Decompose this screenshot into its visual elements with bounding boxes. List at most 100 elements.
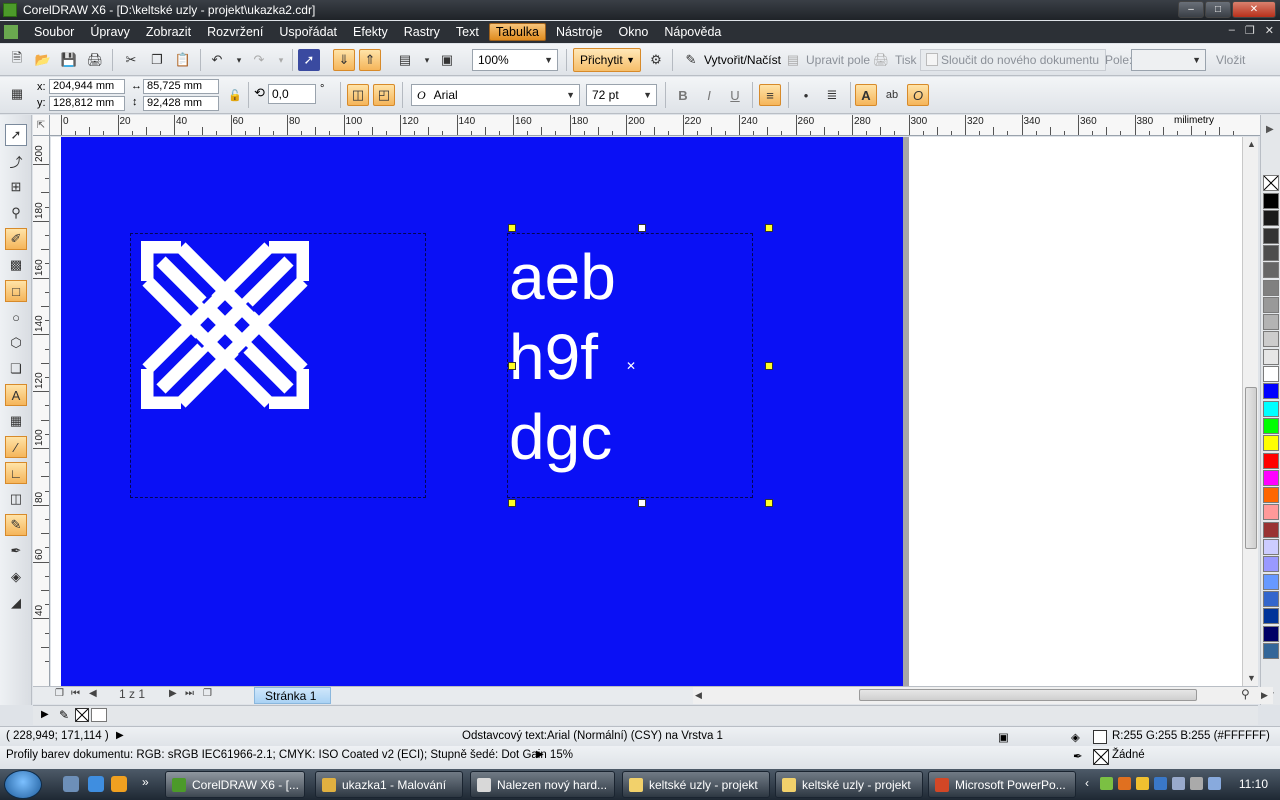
last-page-icon[interactable]: ⏭ xyxy=(185,688,194,699)
doc-palette-eyedropper-icon[interactable]: ✎ xyxy=(59,708,69,722)
selection-handle-bottom-left[interactable] xyxy=(508,499,516,507)
table-tool-icon[interactable]: ▦ xyxy=(5,410,27,432)
palette-scroll-up-icon[interactable]: ▶ xyxy=(1266,124,1274,135)
taskbar-coreldraw[interactable]: CorelDRAW X6 - [... xyxy=(165,771,305,798)
zoom-tool-icon[interactable]: ⚲ xyxy=(5,202,27,224)
width-field[interactable]: 85,725 mm xyxy=(143,79,219,94)
dimension-tool-icon[interactable]: ∕ xyxy=(5,436,27,458)
ellipse-tool-icon[interactable]: ○ xyxy=(5,306,27,328)
palette-swatch[interactable] xyxy=(1263,435,1279,452)
palette-swatch[interactable] xyxy=(1263,521,1279,538)
doc-restore-button[interactable]: ❐ xyxy=(1245,24,1255,37)
smart-fill-tool-icon[interactable]: ▩ xyxy=(5,254,27,276)
fill-tool-icon[interactable]: ◈ xyxy=(5,566,27,588)
shape-tool-icon[interactable]: ⤴ xyxy=(5,150,27,172)
freehand-tool-icon[interactable]: ✐ xyxy=(5,228,27,250)
polygon-tool-icon[interactable]: ⬡ xyxy=(5,332,27,354)
internet-explorer-icon[interactable] xyxy=(88,776,104,792)
paste-icon[interactable]: 📋 xyxy=(172,49,194,71)
options-icon[interactable]: ⚙ xyxy=(645,49,667,71)
taskbar-powerpoint[interactable]: Microsoft PowerPo... xyxy=(928,771,1076,798)
palette-swatch[interactable] xyxy=(1263,400,1279,417)
palette-swatch[interactable] xyxy=(1263,573,1279,590)
selection-handle-top-left[interactable] xyxy=(508,224,516,232)
palette-swatch[interactable] xyxy=(1263,539,1279,555)
undo-icon[interactable]: ↶ xyxy=(206,49,228,71)
palette-swatch[interactable] xyxy=(1263,366,1279,382)
first-page-icon[interactable]: ⏮ xyxy=(71,688,80,699)
status-menu-icon[interactable]: ▶ xyxy=(116,730,124,741)
palette-swatch[interactable] xyxy=(1263,314,1279,331)
publish-dropdown-icon[interactable]: ▾ xyxy=(416,49,438,71)
eyedropper-tool-icon[interactable]: ✎ xyxy=(5,514,27,536)
document-color-profiles[interactable]: Profily barev dokumentu: RGB: sRGB IEC61… xyxy=(6,749,573,761)
palette-swatch[interactable] xyxy=(1263,487,1279,504)
underline-icon[interactable]: U xyxy=(724,84,746,106)
volume-icon[interactable] xyxy=(1190,777,1203,790)
selection-handle-right[interactable] xyxy=(765,362,773,370)
palette-swatch[interactable] xyxy=(1263,625,1279,642)
text-properties-icon[interactable]: A xyxy=(855,84,877,106)
palette-swatch[interactable] xyxy=(1263,244,1279,261)
palette-swatch[interactable] xyxy=(1263,417,1279,434)
y-position-field[interactable]: 128,812 mm xyxy=(49,96,125,111)
horizontal-scroll-thumb[interactable] xyxy=(859,689,1197,701)
tray-icon-2[interactable] xyxy=(1118,777,1131,790)
tray-expand-icon[interactable]: ‹ xyxy=(1085,776,1089,790)
edit-text-icon[interactable]: ab xyxy=(881,84,903,106)
bullet-list-icon[interactable]: • xyxy=(795,84,817,106)
merge-new-document-button[interactable]: Sloučit do nového dokumentu xyxy=(920,49,1107,71)
print-icon[interactable]: 🖨 xyxy=(84,49,106,71)
palette-swatch[interactable] xyxy=(1263,556,1279,573)
outline-pen-tool-icon[interactable]: ✒ xyxy=(5,540,27,562)
interactive-fill-tool-icon[interactable]: ◢ xyxy=(5,592,27,614)
selection-handle-left[interactable] xyxy=(508,362,516,370)
profiles-menu-icon[interactable]: ▶ xyxy=(536,749,544,760)
color-proofing-icon[interactable]: ▣ xyxy=(998,730,1009,744)
previous-page-icon[interactable]: ◀ xyxy=(89,688,97,699)
palette-swatch[interactable] xyxy=(1263,504,1279,521)
font-list-select[interactable]: O Arial ▼ xyxy=(411,84,580,106)
palette-swatch[interactable] xyxy=(1263,227,1279,244)
redo-dropdown-icon[interactable]: ▾ xyxy=(270,49,292,71)
create-load-icon[interactable]: ✎ xyxy=(680,49,702,71)
font-size-select[interactable]: 72 pt ▼ xyxy=(586,84,657,106)
save-icon[interactable]: 💾 xyxy=(58,49,80,71)
new-document-icon[interactable]: 🗎 xyxy=(6,49,28,71)
selection-handle-bottom-right[interactable] xyxy=(765,499,773,507)
next-page-icon[interactable]: ▶ xyxy=(169,688,177,699)
import-icon[interactable]: ⇓ xyxy=(333,49,355,71)
menu-rozvrzeni[interactable]: Rozvržení xyxy=(201,24,269,40)
drawing-canvas[interactable]: aeb h9f dgc ✕ xyxy=(51,137,1242,686)
mirror-vertical-icon[interactable]: ◰ xyxy=(373,84,395,106)
minimize-button[interactable]: – xyxy=(1178,1,1204,18)
pick-tool-icon[interactable]: ➚ xyxy=(5,124,27,146)
tray-icon-7[interactable] xyxy=(1208,777,1221,790)
maximize-button[interactable]: □ xyxy=(1205,1,1231,18)
menu-rastry[interactable]: Rastry xyxy=(398,24,446,40)
tray-icon-4[interactable] xyxy=(1154,777,1167,790)
scroll-right-icon[interactable]: ▶ xyxy=(1261,690,1268,701)
selection-handle-top[interactable] xyxy=(638,224,646,232)
menu-efekty[interactable]: Efekty xyxy=(347,24,394,40)
scroll-down-icon[interactable]: ▼ xyxy=(1247,673,1256,683)
selection-handle-top-right[interactable] xyxy=(765,224,773,232)
italic-icon[interactable]: I xyxy=(698,84,720,106)
palette-swatch[interactable] xyxy=(1263,210,1279,227)
outline-none-icon[interactable] xyxy=(1093,749,1109,765)
menu-upravy[interactable]: Úpravy xyxy=(84,24,136,40)
celtic-knot-graphic[interactable] xyxy=(141,241,309,409)
cut-icon[interactable]: ✂ xyxy=(120,49,142,71)
horizontal-ruler[interactable]: 0 20 40 60 80 100 120 140 160 180 200 220 240 260 280 3… xyxy=(50,115,1260,136)
doc-palette-menu-icon[interactable]: ▶ xyxy=(41,709,49,720)
edit-field-button[interactable]: Upravit pole xyxy=(806,49,870,71)
print-merge-button[interactable]: Tisk xyxy=(895,49,917,71)
palette-swatch[interactable] xyxy=(1263,383,1279,400)
add-page-after-icon[interactable]: ❐ xyxy=(203,688,212,699)
media-player-icon[interactable] xyxy=(111,776,127,792)
paragraph-text[interactable]: aeb h9f dgc xyxy=(509,237,749,477)
drop-cap-icon[interactable]: ≣ xyxy=(821,84,843,106)
taskbar-paint[interactable]: ukazka1 - Malování xyxy=(315,771,463,798)
doc-minimize-button[interactable]: – xyxy=(1229,24,1235,37)
menu-soubor[interactable]: Soubor xyxy=(28,24,80,40)
